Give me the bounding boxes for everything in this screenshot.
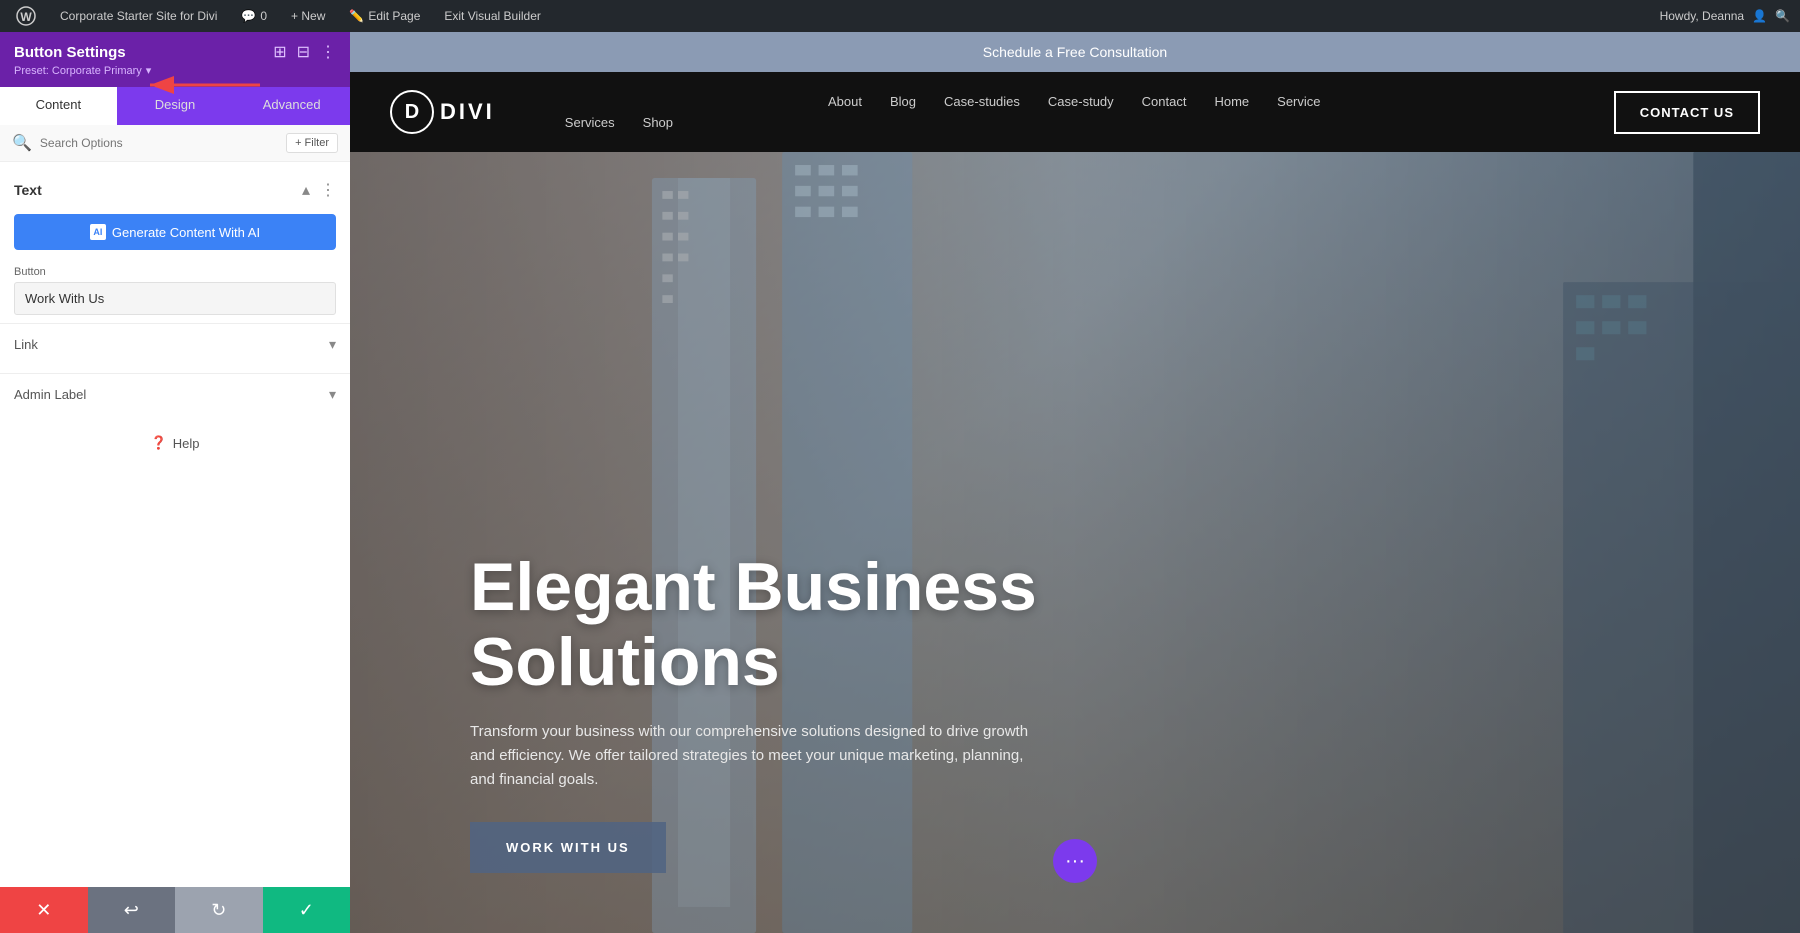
hero-title: Elegant Business Solutions [470,550,1170,700]
website-preview: Schedule a Free Consultation D DIVI Abou… [350,32,1800,933]
left-panel: Button Settings ⊞ ⊟ ⋮ Preset: Corporate … [0,32,350,933]
link-section: Link ▾ [0,323,350,365]
wp-admin-bar: W Corporate Starter Site for Divi 💬 0 + … [0,0,1800,32]
nav-case-study[interactable]: Case-study [1048,94,1114,109]
generate-content-button[interactable]: AI Generate Content With AI [14,214,336,250]
filter-button[interactable]: + Filter [286,133,338,153]
hero-cta-button[interactable]: WORK WITH US [470,822,666,873]
howdy-label: Howdy, Deanna [1660,9,1745,23]
panel-icon-more[interactable]: ⋮ [320,42,336,62]
nav-services[interactable]: Services [565,115,615,130]
main-wrapper: Button Settings ⊞ ⊟ ⋮ Preset: Corporate … [0,0,1800,933]
wp-logo-item[interactable]: W [10,0,42,32]
admin-label-section: Admin Label ▾ [0,373,350,415]
panel-title: Button Settings [14,44,126,61]
nav-case-studies[interactable]: Case-studies [944,94,1020,109]
hero-section: Elegant Business Solutions Transform you… [350,152,1800,933]
ellipsis-icon: ⋮ [320,180,336,200]
logo-circle: D [390,90,434,134]
nav-links: About Blog Case-studies Case-study Conta… [535,94,1614,130]
comments-item[interactable]: 💬 0 [235,0,273,32]
chevron-down-icon: ▾ [329,386,336,403]
redo-button[interactable]: ↻ [175,887,263,933]
link-section-title: Link [14,337,38,352]
nav-contact[interactable]: Contact [1142,94,1187,109]
search-input[interactable] [40,136,278,150]
cancel-button[interactable]: ✕ [0,887,88,933]
edit-page-item[interactable]: ✏️ Edit Page [343,0,426,32]
panel-icon-copy[interactable]: ⊞ [273,42,286,62]
site-name-item[interactable]: Corporate Starter Site for Divi [54,0,223,32]
panel-header-icons: ⊞ ⊟ ⋮ [273,42,336,62]
button-text-input[interactable] [14,282,336,315]
search-icon[interactable]: 🔍 [1775,9,1790,23]
floating-menu-button[interactable]: ··· [1053,839,1097,883]
nav-links-bottom: Services Shop [535,115,1614,130]
chevron-down-icon: ▾ [329,336,336,353]
hero-content: Elegant Business Solutions Transform you… [470,550,1170,873]
save-button[interactable]: ✓ [263,887,351,933]
text-section-title: Text [14,182,42,198]
avatar: 👤 [1752,9,1767,23]
announcement-bar: Schedule a Free Consultation [350,32,1800,72]
chevron-up-icon: ▴ [302,180,310,200]
ai-icon: AI [90,224,106,240]
admin-label-header[interactable]: Admin Label ▾ [0,374,350,415]
logo-text: DIVI [440,99,495,125]
new-item[interactable]: + New [285,0,331,32]
search-icon: 🔍 [12,133,32,153]
nav-service[interactable]: Service [1277,94,1320,109]
nav-blog[interactable]: Blog [890,94,916,109]
hero-subtitle: Transform your business with our compreh… [470,720,1050,792]
button-field-label: Button [0,258,350,282]
red-arrow-annotation [130,60,270,115]
text-section: Text ▴ ⋮ AI Generate Content With AI But… [0,174,350,315]
site-navigation: D DIVI About Blog Case-studies Case-stud… [350,72,1800,152]
nav-home[interactable]: Home [1214,94,1249,109]
panel-content: Text ▴ ⋮ AI Generate Content With AI But… [0,162,350,887]
nav-shop[interactable]: Shop [643,115,673,130]
svg-text:W: W [20,10,32,24]
nav-about[interactable]: About [828,94,862,109]
admin-label-title: Admin Label [14,387,86,402]
panel-header-top: Button Settings ⊞ ⊟ ⋮ [14,42,336,62]
text-section-icons: ▴ ⋮ [302,180,336,200]
panel-footer: ✕ ↩ ↻ ✓ [0,887,350,933]
search-bar: 🔍 + Filter [0,125,350,162]
undo-button[interactable]: ↩ [88,887,176,933]
site-logo[interactable]: D DIVI [390,90,495,134]
help-button[interactable]: ❓ Help [0,415,350,471]
nav-links-top: About Blog Case-studies Case-study Conta… [535,94,1614,115]
preview-panel: Schedule a Free Consultation D DIVI Abou… [350,32,1800,933]
link-section-header[interactable]: Link ▾ [0,324,350,365]
help-icon: ❓ [151,435,167,451]
panel-icon-columns[interactable]: ⊟ [297,42,310,62]
admin-bar-right: Howdy, Deanna 👤 🔍 [1660,9,1790,23]
tab-content[interactable]: Content [0,87,117,125]
text-section-header[interactable]: Text ▴ ⋮ [0,174,350,206]
exit-builder-item[interactable]: Exit Visual Builder [438,0,547,32]
contact-us-button[interactable]: CONTACT US [1614,91,1760,134]
